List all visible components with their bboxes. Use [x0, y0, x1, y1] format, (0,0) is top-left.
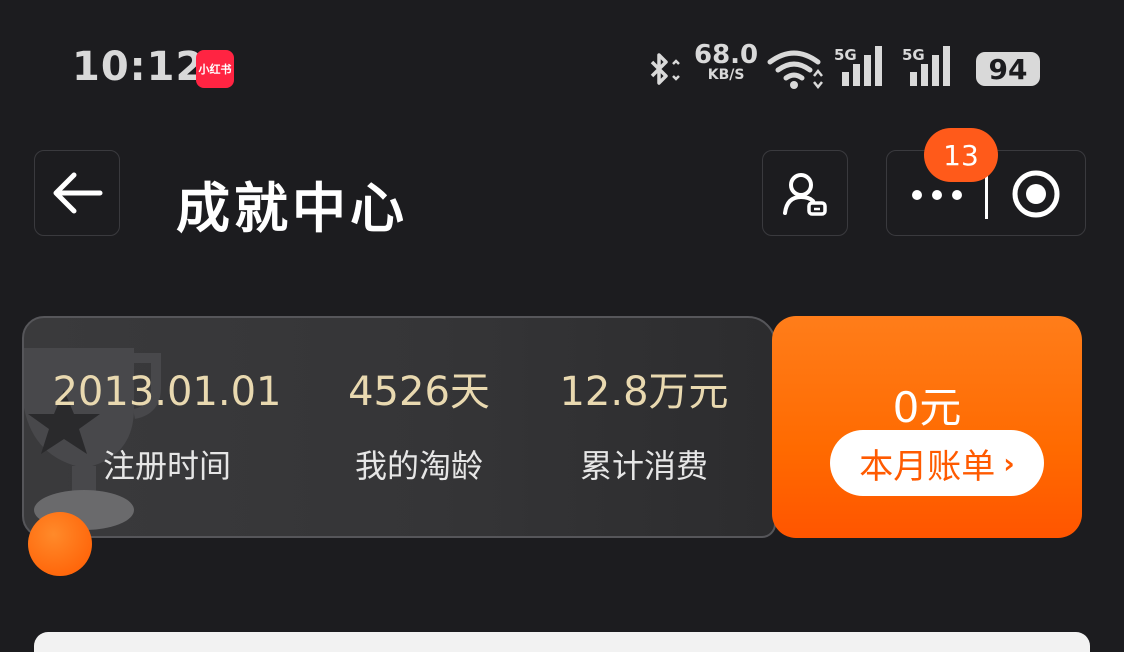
wifi-icon	[766, 48, 826, 94]
content-panel-edge	[34, 632, 1090, 652]
total-spending-stat: 12.8万元 累计消费	[544, 366, 744, 488]
back-button[interactable]	[34, 150, 120, 236]
cellular-signal-icon: 5G	[834, 46, 890, 92]
decorative-orange-dot	[28, 512, 92, 576]
network-speed-value: 68.0	[694, 40, 759, 70]
profile-button[interactable]	[762, 150, 848, 236]
bluetooth-icon	[644, 50, 684, 94]
account-stats-card: 2013.01.01 注册时间 4526天 我的淘龄 12.8万元 累计消费	[22, 316, 776, 538]
registration-date-stat: 2013.01.01 注册时间	[52, 366, 282, 488]
stat-label: 我的淘龄	[354, 447, 483, 485]
monthly-bill-button[interactable]: 本月账单 ›	[830, 430, 1044, 496]
notification-count-badge[interactable]: 13	[924, 128, 998, 182]
arrow-left-icon	[53, 172, 103, 214]
cellular-signal-icon: 5G	[902, 46, 958, 92]
signal-type-label: 5G	[902, 46, 925, 64]
stat-value: 2013.01.01	[52, 369, 282, 415]
close-mini-program-button[interactable]	[1011, 169, 1061, 223]
bill-amount: 0元	[892, 383, 962, 432]
stat-value: 12.8万元	[559, 369, 729, 415]
signal-type-label: 5G	[834, 46, 857, 64]
battery-indicator: 94	[976, 52, 1040, 86]
stat-value: 4526天	[348, 369, 490, 415]
xiaohongshu-app-icon: 小红书	[196, 50, 234, 88]
network-speed: 68.0 KB/S	[694, 42, 758, 82]
status-time: 10:12	[72, 44, 205, 90]
status-bar: 10:12 小红书 68.0 KB/S 5G 5G 94	[0, 0, 1124, 130]
monthly-bill-card[interactable]: 0元 本月账单 ›	[772, 316, 1082, 538]
stat-label: 累计消费	[579, 447, 708, 485]
network-speed-unit: KB/S	[707, 67, 745, 83]
page-title: 成就中心	[176, 177, 408, 240]
user-card-icon	[783, 173, 827, 216]
stat-label: 注册时间	[102, 447, 231, 485]
monthly-bill-label: 本月账单	[859, 446, 996, 487]
target-circle-icon	[1012, 170, 1060, 218]
account-age-stat: 4526天 我的淘龄	[324, 366, 514, 488]
chevron-right-icon: ›	[1003, 446, 1015, 480]
